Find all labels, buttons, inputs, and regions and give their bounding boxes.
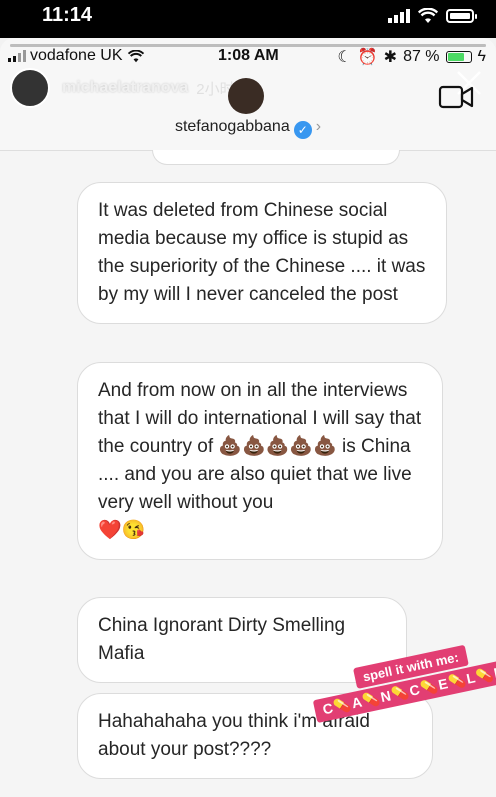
story-username[interactable]: michaelatranova — [62, 79, 188, 97]
screenshot-status-bar: vodafone UK 1:08 AM ☾ ⏰ ✱ 87 % ϟ — [0, 46, 496, 70]
video-call-icon[interactable] — [438, 84, 474, 110]
device-status-bar: 11:14 — [0, 0, 496, 38]
signal-icon — [8, 50, 26, 62]
battery-icon — [445, 51, 472, 63]
bluetooth-icon: ✱ — [383, 49, 398, 66]
story-user-avatar[interactable] — [10, 68, 50, 108]
message-text: It was deleted from Chinese social media… — [98, 200, 426, 305]
chat-avatar[interactable] — [228, 78, 264, 114]
device-time: 11:14 — [42, 4, 93, 26]
message-text: And from now on in all the interviews th… — [98, 380, 422, 513]
battery-percent: 87 % — [403, 48, 440, 65]
message-bubble: It was deleted from Chinese social media… — [77, 182, 447, 324]
message-text: China Ignorant Dirty Smelling Mafia — [98, 615, 346, 664]
wifi-icon — [127, 49, 144, 62]
message-bubble: And from now on in all the interviews th… — [77, 362, 443, 560]
moon-icon: ☾ — [337, 49, 352, 66]
chevron-right-icon[interactable]: › — [316, 118, 321, 135]
carrier-label: vodafone UK — [30, 47, 123, 64]
battery-icon — [446, 9, 477, 23]
wifi-icon — [418, 8, 438, 23]
signal-icon — [388, 9, 410, 23]
message-bubble-partial — [152, 150, 400, 165]
alarm-icon: ⏰ — [357, 49, 378, 66]
message-emoji: ❤️😘 — [98, 520, 146, 541]
dm-header: vodafone UK 1:08 AM ☾ ⏰ ✱ 87 % ϟ michael… — [0, 38, 496, 151]
charging-icon: ϟ — [477, 48, 486, 65]
verified-icon: ✓ — [293, 121, 312, 139]
chat-username[interactable]: stefanogabbana — [175, 118, 290, 135]
story-view: vodafone UK 1:08 AM ☾ ⏰ ✱ 87 % ϟ michael… — [0, 38, 496, 797]
screenshot-time: 1:08 AM — [218, 47, 279, 64]
